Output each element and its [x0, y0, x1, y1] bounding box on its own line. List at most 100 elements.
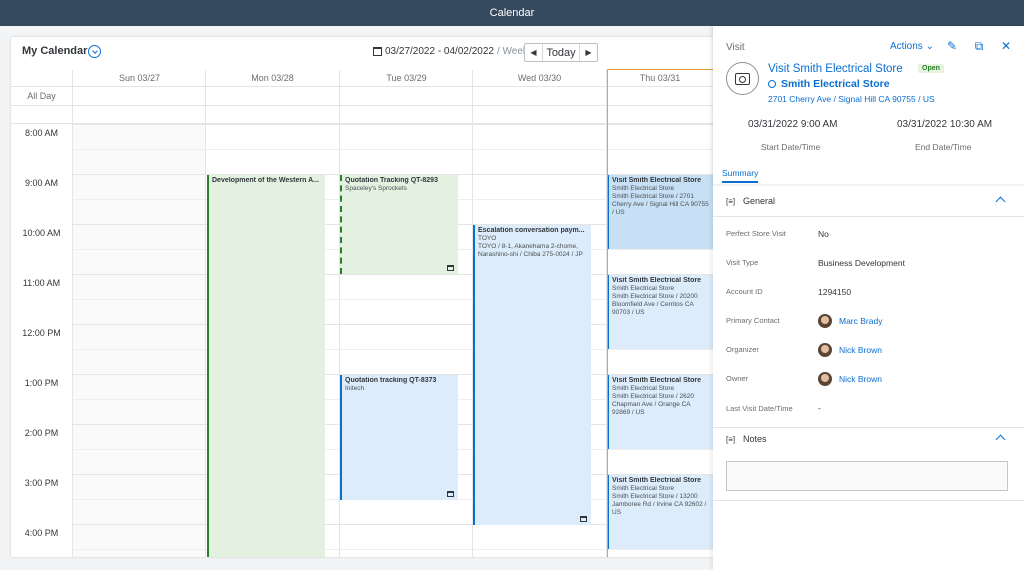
app-title: Calendar: [489, 7, 535, 19]
all-day-label: All Day: [11, 87, 72, 106]
time-label: 12:00 PM: [22, 328, 61, 338]
event-type-icon: [580, 516, 587, 522]
globe-icon: [768, 80, 776, 88]
tab-summary[interactable]: Summary: [722, 168, 759, 183]
start-datetime-value: 03/31/2022 9:00 AM: [748, 119, 838, 130]
time-label: 4:00 PM: [24, 528, 59, 538]
all-day-cell[interactable]: [339, 87, 473, 106]
visit-icon: [726, 62, 759, 95]
all-day-cell[interactable]: [606, 87, 713, 106]
actions-label: Actions: [890, 41, 923, 52]
account-link[interactable]: Smith Electrical Store: [768, 78, 890, 90]
event-title: Visit Smith Electrical Store: [612, 477, 701, 484]
time-label: 1:00 PM: [24, 378, 59, 388]
calendar-icon: [373, 47, 382, 56]
day-header-thu: Thu 03/31: [606, 70, 713, 87]
calendar-header: My Calendar 03/27/2022 - 04/02/2022 / We…: [11, 37, 713, 69]
event-title: Development of the Western A...: [212, 177, 319, 184]
event-development-western[interactable]: Development of the Western A...: [207, 175, 325, 557]
today-button[interactable]: Today: [542, 44, 580, 61]
notes-textarea[interactable]: [726, 461, 1008, 491]
close-icon[interactable]: ✕: [999, 39, 1013, 53]
event-type-icon: [447, 265, 454, 271]
time-label: 8:00 AM: [24, 128, 59, 138]
event-subtitle: Smith Electrical Store: [612, 385, 675, 392]
owner-link[interactable]: Nick Brown: [818, 372, 882, 386]
start-datetime-label: Start Date/Time: [761, 142, 821, 152]
event-detail: Smith Electrical Store / 2701 Cherry Ave…: [612, 193, 709, 216]
field-label: Perfect Store Visit: [726, 229, 786, 238]
divider: [713, 500, 1024, 501]
event-visit-smith-3[interactable]: Visit Smith Electrical Store Smith Elect…: [607, 375, 713, 449]
previous-week-button[interactable]: ◀: [525, 44, 542, 61]
event-quotation-qt-8293[interactable]: Quotation Tracking QT-8293 Spaceley's Sp…: [340, 175, 458, 274]
edit-icon[interactable]: ✎: [945, 39, 959, 53]
end-datetime-value: 03/31/2022 10:30 AM: [897, 119, 993, 130]
event-visit-smith-4[interactable]: Visit Smith Electrical Store Smith Elect…: [607, 475, 713, 549]
chevron-up-icon[interactable]: [995, 434, 1006, 445]
event-subtitle: Smith Electrical Store: [612, 285, 675, 292]
event-quotation-qt-8373[interactable]: Quotation tracking QT-8373 Initech: [340, 375, 458, 500]
all-day-cell[interactable]: [205, 87, 339, 106]
time-label: 3:00 PM: [24, 478, 59, 488]
visit-detail-panel: Visit Actions ⌄ ✎ ⧉ ✕ Visit Smith Electr…: [713, 26, 1024, 570]
event-subtitle: Smith Electrical Store: [612, 485, 675, 492]
status-badge: Open: [918, 64, 944, 73]
event-title: Visit Smith Electrical Store: [612, 277, 701, 284]
field-label: Owner: [726, 374, 749, 383]
field-label: Account ID: [726, 287, 763, 296]
field-label: Visit Type: [726, 258, 759, 267]
field-label: Primary Contact: [726, 316, 780, 325]
time-label: 11:00 AM: [22, 278, 61, 288]
date-range-picker[interactable]: 03/27/2022 - 04/02/2022 / Week 13: [373, 46, 542, 57]
event-detail: Smith Electrical Store / 2620 Chapman Av…: [612, 393, 695, 416]
organizer-link[interactable]: Nick Brown: [818, 343, 882, 357]
column-divider: [205, 87, 206, 557]
shell-bar: Calendar: [0, 0, 1024, 26]
event-title: Visit Smith Electrical Store: [612, 177, 701, 184]
date-range-text: 03/27/2022 - 04/02/2022: [385, 46, 494, 57]
event-type-icon: [447, 491, 454, 497]
all-day-cell[interactable]: [72, 87, 206, 106]
event-subtitle: Initech: [345, 385, 365, 392]
primary-contact-link[interactable]: Marc Brady: [818, 314, 882, 328]
day-header-tue: Tue 03/29: [339, 70, 473, 87]
event-subtitle: Spaceley's Sprockets: [345, 185, 407, 192]
event-subtitle: TOYO: [478, 235, 497, 242]
address-link[interactable]: 2701 Cherry Ave / Signal Hill CA 90755 /…: [768, 94, 935, 104]
contact-name: Marc Brady: [839, 316, 883, 326]
object-type-label: Visit: [726, 42, 745, 53]
next-week-button[interactable]: ▶: [580, 44, 597, 61]
owner-name: Nick Brown: [839, 374, 882, 384]
chevron-up-icon[interactable]: [995, 196, 1006, 207]
visit-title: Visit Smith Electrical Store: [768, 63, 903, 75]
date-navigation: ◀ Today ▶: [524, 43, 598, 62]
day-header-wed: Wed 03/30: [472, 70, 606, 87]
all-day-separator: [11, 106, 713, 124]
half-hour-line: [72, 149, 713, 150]
time-label: 2:00 PM: [24, 428, 59, 438]
event-title: Escalation conversation paym...: [478, 227, 585, 234]
field-value: 1294150: [818, 287, 852, 297]
half-hour-line: [72, 349, 713, 350]
actions-menu-button[interactable]: Actions ⌄: [890, 41, 934, 52]
divider: [713, 216, 1024, 217]
open-external-icon[interactable]: ⧉: [972, 39, 986, 53]
general-section-header[interactable]: [≡] General: [713, 190, 1024, 214]
day-header-mon: Mon 03/28: [205, 70, 339, 87]
field-label: Last Visit Date/Time: [726, 404, 793, 413]
event-escalation-conversation[interactable]: Escalation conversation paym... TOYO TOY…: [473, 225, 591, 525]
event-visit-smith-1[interactable]: Visit Smith Electrical Store Smith Elect…: [607, 175, 713, 249]
event-detail: TOYO / 8-1, Akanehama 2-chome, Narashino…: [478, 243, 583, 258]
chevron-down-icon: ⌄: [925, 41, 934, 52]
hour-line: [72, 124, 713, 125]
calendar-menu-chevron-icon[interactable]: [88, 45, 101, 58]
event-title: Quotation tracking QT-8373: [345, 377, 437, 384]
notes-section-header[interactable]: [≡] Notes: [713, 428, 1024, 452]
field-value: No: [818, 229, 829, 239]
event-detail: Smith Electrical Store / 20200 Bloomfiel…: [612, 293, 698, 316]
general-section-title: General: [743, 196, 776, 206]
all-day-cell[interactable]: [472, 87, 606, 106]
time-label: 10:00 AM: [22, 228, 61, 238]
event-visit-smith-2[interactable]: Visit Smith Electrical Store Smith Elect…: [607, 275, 713, 349]
